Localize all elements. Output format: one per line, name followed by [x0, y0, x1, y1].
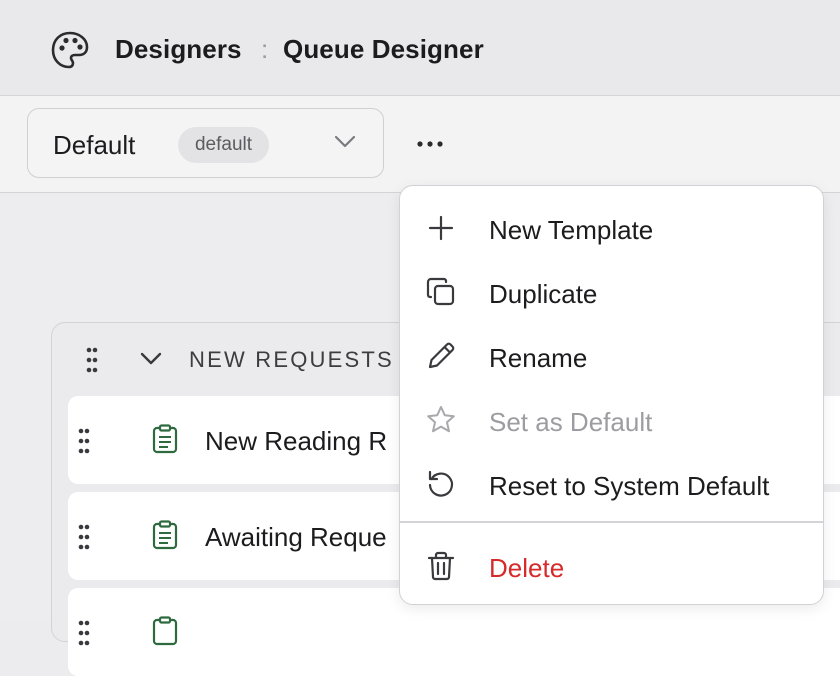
menu-item-label: Rename — [489, 343, 588, 373]
menu-item-label: Duplicate — [489, 279, 598, 309]
drag-handle-icon[interactable] — [78, 620, 90, 646]
template-select-value: Default — [53, 130, 136, 160]
drag-handle-icon[interactable] — [78, 524, 90, 550]
chevron-down-icon — [334, 135, 356, 148]
menu-item-label: New Template — [489, 215, 654, 245]
breadcrumb-separator: : — [261, 34, 269, 64]
breadcrumb-designers[interactable]: Designers — [115, 34, 242, 65]
clipboard-icon — [152, 520, 178, 550]
group-title: NEW REQUESTS — [189, 347, 394, 372]
collapse-chevron-icon[interactable] — [140, 352, 162, 366]
queue-row-label: Awaiting Reque — [205, 522, 387, 552]
toolbar: Default default — [0, 96, 840, 193]
menu-item-delete[interactable]: Delete — [400, 533, 823, 597]
trash-icon — [427, 551, 455, 581]
reset-icon — [428, 470, 454, 497]
palette-icon — [51, 31, 89, 69]
queue-row-label: New Reading R — [205, 426, 388, 456]
default-badge: default — [178, 127, 269, 163]
menu-item-label: Reset to System Default — [489, 471, 770, 501]
drag-handle-icon[interactable] — [86, 347, 98, 373]
menu-item-duplicate[interactable]: Duplicate — [400, 259, 823, 323]
menu-item-new-template[interactable]: New Template — [400, 195, 823, 259]
top-bar: Designers : Queue Designer — [0, 0, 840, 96]
more-horizontal-icon[interactable] — [414, 134, 446, 154]
menu-item-label: Set as Default — [489, 407, 653, 437]
menu-item-set-as-default[interactable]: Set as Default — [400, 387, 823, 451]
page-title: Queue Designer — [283, 34, 484, 64]
menu-item-rename[interactable]: Rename — [400, 323, 823, 387]
pencil-icon — [428, 342, 455, 369]
menu-divider — [400, 521, 823, 523]
star-icon — [427, 406, 455, 433]
copy-icon — [426, 277, 455, 306]
template-actions-menu: New Template Duplicate Rename Set as Def… — [399, 185, 824, 605]
menu-item-reset[interactable]: Reset to System Default — [400, 451, 823, 515]
clipboard-icon — [152, 424, 178, 454]
plus-icon — [428, 215, 454, 241]
drag-handle-icon[interactable] — [78, 428, 90, 454]
clipboard-icon — [152, 616, 178, 646]
menu-item-label: Delete — [489, 553, 565, 583]
template-select[interactable]: Default default — [27, 108, 384, 178]
